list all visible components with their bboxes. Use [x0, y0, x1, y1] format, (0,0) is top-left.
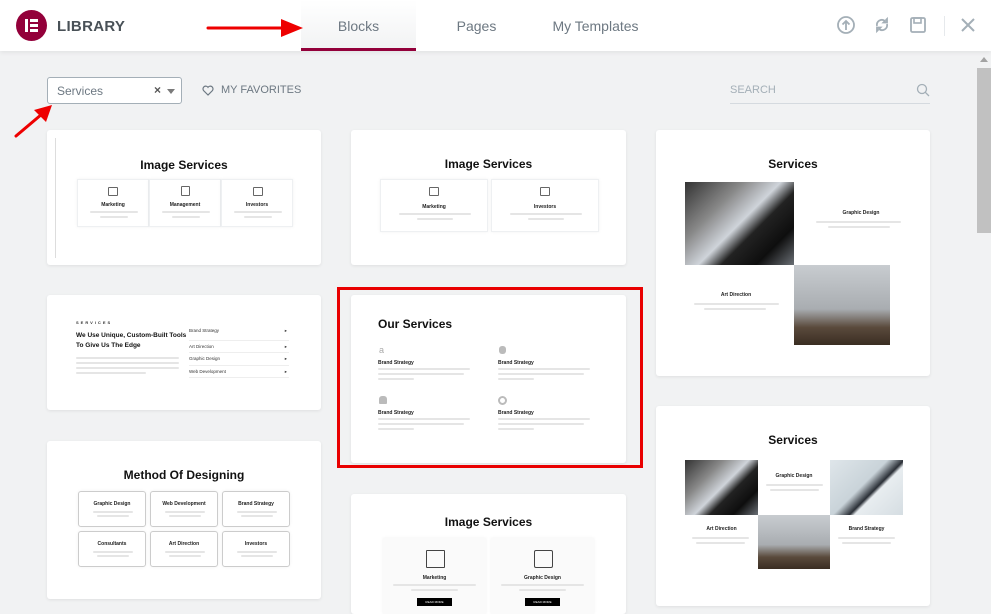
service-label: Brand Strategy [378, 410, 414, 416]
tab-bar: Blocks Pages My Templates [301, 0, 654, 51]
upload-icon[interactable] [836, 15, 856, 35]
template-card-image-services-1[interactable]: Image Services Marketing Management Inve… [47, 130, 321, 265]
service-label: Brand Strategy [848, 526, 885, 532]
template-title: Image Services [444, 157, 533, 171]
eyebrow-label: SERVICES [76, 320, 113, 325]
template-card-services-accordion[interactable]: SERVICES We Use Unique, Custom-Built Too… [47, 295, 321, 410]
accordion-item-label: Graphic Design [189, 356, 221, 361]
service-label: Investors [245, 202, 269, 208]
service-label: Marketing [422, 575, 447, 581]
service-label: Marketing [101, 202, 125, 208]
read-more-button: READ MORE [417, 598, 452, 606]
template-card-services-grid[interactable]: Services Graphic Design Art Direction Br… [656, 406, 930, 606]
foggy-forest-image [794, 265, 890, 345]
template-card-image-services-3[interactable]: Image Services Marketing READ MORE Graphi… [351, 494, 626, 614]
chevron-down-icon[interactable] [167, 89, 175, 94]
scroll-up-icon[interactable] [980, 57, 988, 62]
library-title: LIBRARY [57, 18, 126, 35]
service-label: Art Direction [706, 526, 737, 532]
category-filter-value: Services [57, 84, 104, 98]
service-label: Investors [244, 541, 268, 547]
android-icon [379, 396, 387, 404]
my-favorites-label: MY FAVORITES [221, 84, 302, 96]
service-label: Management [169, 202, 201, 208]
scrollbar[interactable] [977, 51, 991, 608]
template-card-image-services-2[interactable]: Image Services Marketing Investors [351, 130, 626, 265]
template-heading: We Use Unique, Custom-Built Tools To Giv… [76, 332, 187, 349]
template-title: Method Of Designing [123, 468, 245, 482]
search-input[interactable] [730, 77, 910, 102]
heart-icon [202, 85, 214, 96]
service-label: Brand Strategy [498, 410, 534, 416]
accordion-list: Brand Strategy ▸ Art Direction ▸ Graphic D… [189, 328, 289, 378]
save-icon[interactable] [908, 15, 928, 35]
template-title: Image Services [140, 158, 228, 172]
template-title: Image Services [444, 515, 533, 529]
template-card-our-services[interactable]: Our Services a Brand Strategy Brand Stra… [351, 295, 626, 463]
service-label: Art Direction [168, 541, 200, 547]
clear-filter-icon[interactable]: × [154, 83, 161, 97]
phone-watch-image [685, 182, 794, 265]
template-card-services-images[interactable]: Services Graphic Design Art Direction [656, 130, 930, 376]
template-card-method-of-designing[interactable]: Method Of Designing Graphic Design Web D… [47, 441, 321, 599]
foggy-forest-image [758, 515, 830, 569]
accordion-item-label: Web Development [189, 368, 226, 374]
my-favorites-button[interactable]: MY FAVORITES [202, 84, 301, 96]
tab-pages[interactable]: Pages [416, 0, 537, 51]
service-label: Graphic Design [775, 473, 813, 479]
service-label: Marketing [422, 204, 446, 210]
elementor-logo-icon [16, 10, 47, 41]
search-icon[interactable] [916, 83, 930, 97]
service-label: Consultants [97, 541, 127, 547]
template-title: Our Services [378, 317, 453, 331]
tab-my-templates[interactable]: My Templates [537, 0, 654, 51]
service-label: Brand Strategy [378, 360, 414, 366]
header-divider [944, 16, 945, 36]
tablet-image [830, 460, 903, 515]
close-icon[interactable] [958, 15, 978, 35]
chrome-icon [498, 396, 507, 405]
accordion-item-label: Brand Strategy [189, 328, 220, 333]
service-label: Investors [533, 204, 557, 210]
sync-icon[interactable] [872, 15, 892, 35]
template-title: Services [768, 433, 818, 447]
category-filter-select[interactable]: Services × [47, 77, 182, 104]
accordion-item-label: Art Direction [189, 343, 214, 349]
phone-watch-image [685, 460, 758, 515]
template-title: Services [768, 157, 818, 171]
service-label: Graphic Design [842, 210, 880, 216]
service-label: Brand Strategy [238, 501, 274, 507]
service-label: Graphic Design [524, 575, 561, 581]
library-header: LIBRARY Blocks Pages My Templates [0, 0, 991, 51]
design-icon [534, 550, 553, 568]
scrollbar-thumb[interactable] [977, 68, 991, 233]
service-label: Web Development [162, 501, 206, 507]
search-field[interactable] [730, 77, 930, 104]
service-label: Art Direction [720, 292, 752, 298]
read-more-button: READ MORE [525, 598, 560, 606]
service-label: Brand Strategy [498, 360, 534, 366]
amazon-icon: a [379, 345, 385, 355]
browser-icon [426, 550, 445, 568]
apple-icon [499, 346, 506, 354]
tab-blocks[interactable]: Blocks [301, 0, 416, 51]
service-label: Graphic Design [93, 501, 131, 507]
